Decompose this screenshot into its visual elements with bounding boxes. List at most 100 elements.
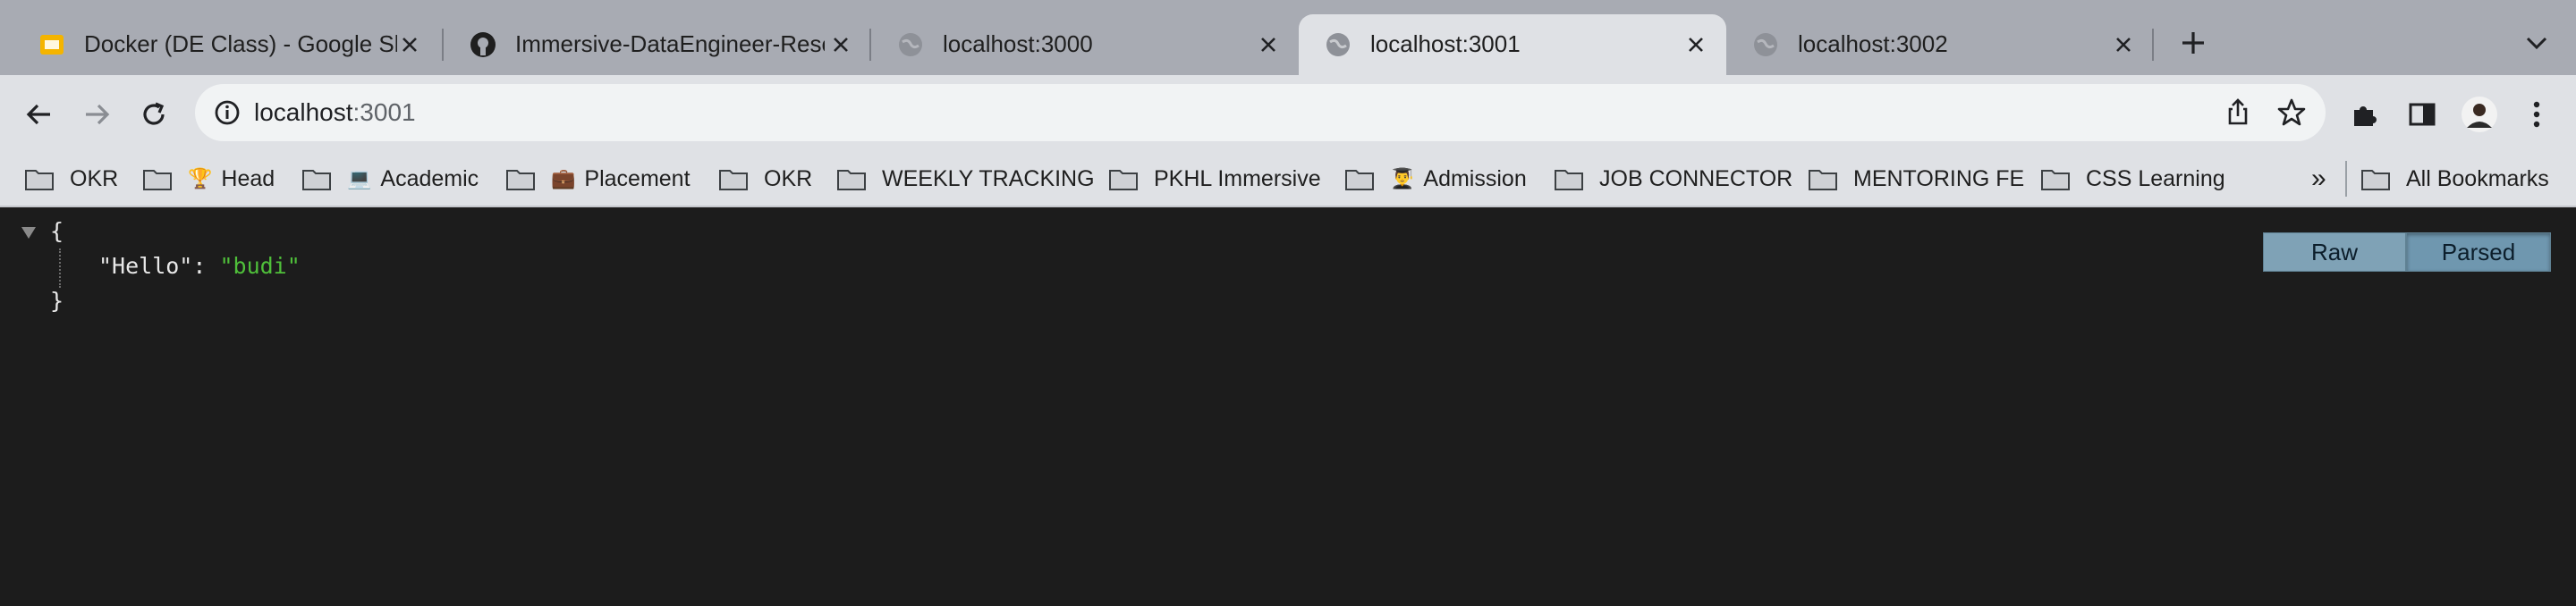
bookmarks-bar: OKR 🏆 Head 💻 Academic 💼 Placement OKR WE… — [0, 150, 2576, 207]
bookmark-folder[interactable]: JOB CONNECTOR — [1555, 163, 1792, 195]
close-icon[interactable] — [1678, 27, 1714, 63]
chevron-down-icon — [2526, 37, 2547, 50]
laptop-icon: 💻 — [347, 167, 372, 189]
close-icon[interactable] — [1250, 27, 1286, 63]
json-open-brace: { — [50, 218, 64, 244]
browser-toolbar: localhost:3001 — [0, 75, 2576, 150]
kebab-menu-icon — [2533, 101, 2540, 128]
indent-guide — [59, 248, 61, 288]
folder-icon — [302, 170, 331, 190]
tab-localhost-3002[interactable]: localhost:3002 — [1726, 14, 2154, 75]
bookmark-folder[interactable]: 👨‍🎓 Admission — [1345, 163, 1527, 195]
bookmark-label: OKR — [764, 165, 813, 191]
folder-icon — [1109, 170, 1138, 190]
bookmark-label: Academic — [380, 165, 479, 191]
plus-icon — [2182, 32, 2204, 54]
bookmark-folder[interactable]: 💼 Placement — [506, 163, 691, 195]
json-property: "Hello": "budi" — [98, 253, 301, 279]
bookmarks-overflow-button[interactable]: » — [2311, 163, 2326, 195]
bookmark-label: All Bookmarks — [2406, 165, 2549, 191]
bookmark-label: MENTORING FE — [1853, 165, 2025, 191]
arrow-left-icon — [26, 104, 50, 125]
bookmarks-separator — [2345, 161, 2347, 197]
tab-title: localhost:3001 — [1370, 30, 1521, 57]
bookmark-folder[interactable]: 🏆 Head — [143, 163, 275, 195]
folder-icon — [719, 170, 748, 190]
bookmark-label: Head — [221, 165, 275, 191]
json-key: "Hello" — [98, 253, 193, 279]
globe-icon — [1751, 30, 1780, 59]
folder-icon — [143, 170, 172, 190]
bookmark-label: PKHL Immersive — [1154, 165, 1321, 191]
github-icon — [469, 30, 497, 59]
tab-strip: Docker (DE Class) - Google Sl Immersive-… — [0, 0, 2576, 75]
trophy-icon: 🏆 — [188, 167, 213, 189]
folder-icon — [1809, 170, 1837, 190]
globe-icon — [1324, 30, 1352, 59]
collapse-toggle-icon[interactable] — [21, 227, 36, 239]
all-bookmarks-button[interactable]: All Bookmarks — [2361, 163, 2549, 195]
bookmark-folder[interactable]: CSS Learning — [2041, 163, 2225, 195]
info-icon[interactable] — [211, 97, 243, 129]
folder-icon — [506, 170, 535, 190]
close-icon[interactable] — [2106, 27, 2141, 63]
extensions-button[interactable] — [2345, 95, 2385, 134]
graduate-icon: 👨‍🎓 — [1390, 167, 1415, 189]
menu-button[interactable] — [2517, 95, 2556, 134]
bookmark-label: WEEKLY TRACKING — [882, 165, 1095, 191]
back-button[interactable] — [18, 93, 61, 136]
tab-github[interactable]: Immersive-DataEngineer-Reso — [444, 14, 871, 75]
view-mode-toggle: Raw Parsed — [2263, 232, 2551, 272]
tab-localhost-3001[interactable]: localhost:3001 — [1299, 14, 1726, 75]
globe-icon — [896, 30, 925, 59]
profile-avatar[interactable] — [2460, 95, 2499, 134]
json-string-value: "budi" — [219, 253, 301, 279]
bookmark-folder[interactable]: 💻 Academic — [302, 163, 479, 195]
bookmark-label: CSS Learning — [2086, 165, 2225, 191]
bookmark-label: Placement — [584, 165, 691, 191]
raw-button[interactable]: Raw — [2263, 232, 2406, 272]
tab-search-button[interactable] — [2515, 21, 2558, 64]
folder-icon — [2041, 170, 2070, 190]
bookmark-label: Admission — [1423, 165, 1527, 191]
bookmark-star-icon[interactable] — [2275, 97, 2308, 129]
close-icon[interactable] — [392, 27, 428, 63]
parsed-button[interactable]: Parsed — [2406, 232, 2551, 272]
reload-icon — [143, 102, 165, 125]
address-bar[interactable]: localhost:3001 — [195, 84, 2326, 141]
chevron-double-right-icon: » — [2311, 164, 2326, 193]
tab-docker-slides[interactable]: Docker (DE Class) - Google Sl — [13, 14, 440, 75]
slides-icon — [38, 30, 66, 59]
bookmark-folder[interactable]: MENTORING FE — [1809, 163, 2024, 195]
close-icon[interactable] — [823, 27, 859, 63]
bookmark-label: OKR — [70, 165, 119, 191]
bookmark-label: JOB CONNECTOR — [1599, 165, 1793, 191]
briefcase-icon: 💼 — [551, 167, 576, 189]
tab-title: Immersive-DataEngineer-Reso — [515, 30, 825, 57]
folder-icon — [1555, 170, 1583, 190]
json-colon: : — [192, 253, 220, 279]
tab-separator — [2152, 29, 2154, 61]
bookmark-folder[interactable]: WEEKLY TRACKING — [837, 163, 1095, 195]
folder-icon — [2361, 170, 2390, 190]
folder-icon — [1345, 170, 1374, 190]
tab-title: Docker (DE Class) - Google Sl — [84, 30, 397, 57]
bookmark-folder[interactable]: OKR — [25, 163, 118, 195]
bookmark-folder[interactable]: PKHL Immersive — [1109, 163, 1321, 195]
share-icon[interactable] — [2222, 97, 2254, 129]
tab-title: localhost:3002 — [1798, 30, 1948, 57]
reload-button[interactable] — [132, 93, 175, 136]
side-panel-button[interactable] — [2402, 95, 2442, 134]
tab-localhost-3000[interactable]: localhost:3000 — [871, 14, 1299, 75]
page-content: { "Hello": "budi" } Raw Parsed — [0, 207, 2576, 606]
forward-button[interactable] — [75, 93, 118, 136]
tab-title: localhost:3000 — [943, 30, 1093, 57]
folder-icon — [837, 170, 866, 190]
side-panel-icon — [2409, 103, 2436, 126]
puzzle-icon — [2354, 106, 2377, 126]
url-text[interactable]: localhost:3001 — [254, 97, 416, 129]
arrow-right-icon — [86, 104, 110, 125]
new-tab-button[interactable] — [2172, 21, 2215, 64]
json-close-brace: } — [50, 288, 64, 314]
bookmark-folder[interactable]: OKR — [719, 163, 812, 195]
